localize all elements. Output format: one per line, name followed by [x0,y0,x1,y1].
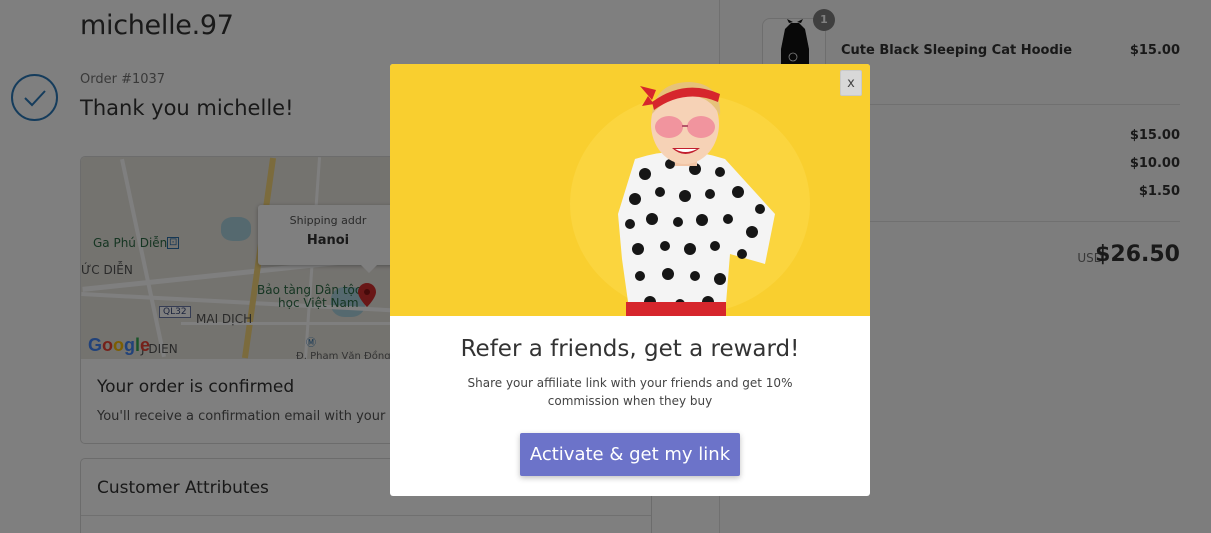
modal-description: Share your affiliate link with your frie… [467,376,793,408]
hero-image [390,64,870,316]
activate-link-button[interactable]: Activate & get my link [520,433,740,476]
modal-title: Refer a friends, get a reward! [460,336,800,362]
close-button[interactable]: x [840,70,862,96]
referral-popup: x Refer a friends, get a reward! Share y… [390,64,870,496]
